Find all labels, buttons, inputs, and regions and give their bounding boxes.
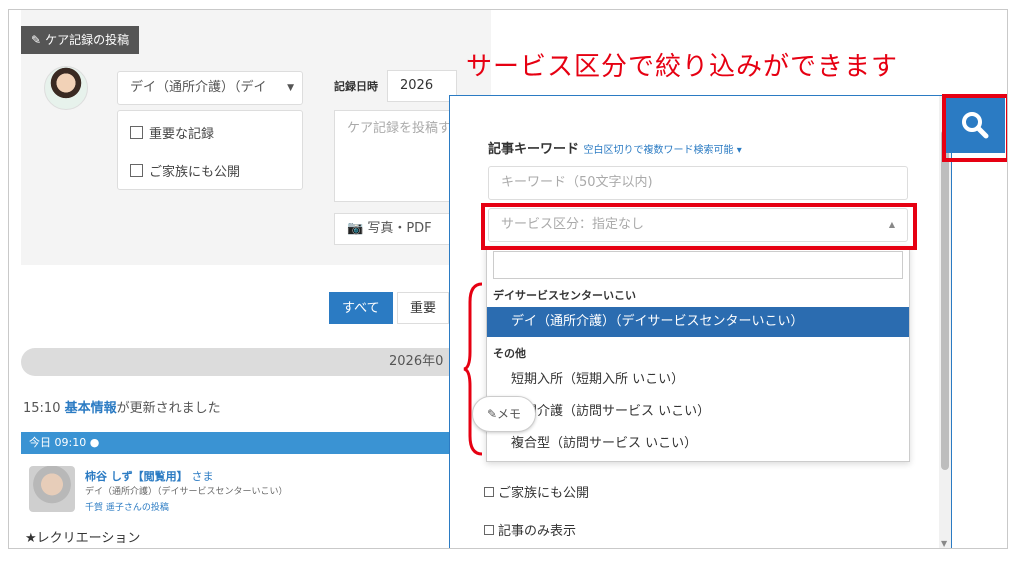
filter-important-button[interactable]: 重要	[397, 292, 450, 324]
brace-annotation	[463, 282, 483, 456]
scroll-down-icon[interactable]: ▼	[941, 539, 947, 548]
resident-name: 柿谷 しず【閲覧用】	[85, 470, 188, 483]
dropdown-option[interactable]: 訪問介護（訪問サービス いこい）	[487, 397, 909, 427]
honorific: さま	[191, 470, 214, 483]
app-frame: ✎ ケア記録の投稿 デイ（通所介護）（デイ ▼ 重要な記録 ご家族にも公開 記録…	[8, 9, 1008, 549]
photo-pdf-button[interactable]: 📷 写真・PDF	[334, 213, 454, 245]
service-select-value: デイ（通所介護）（デイ	[130, 80, 267, 95]
post-author[interactable]: 千賀 遥子さんの投稿	[85, 500, 169, 513]
search-panel: ▼ 記事キーワード 空白区切りで複数ワード検索可能 ▾ キーワード（50文字以内…	[449, 95, 952, 548]
checkbox-icon	[484, 486, 494, 497]
memo-label: メモ	[497, 407, 522, 421]
family-filter-checkbox[interactable]: ご家族にも公開	[484, 482, 589, 501]
record-datetime-label: 記録日時	[334, 80, 378, 93]
post-options: 重要な記録 ご家族にも公開	[117, 110, 303, 190]
keyword-hint-text: 空白区切りで複数ワード検索可能	[583, 145, 734, 156]
user-avatar	[44, 66, 88, 110]
today-label: 今日 09:10	[29, 436, 87, 449]
filter-all-button[interactable]: すべて	[329, 292, 393, 324]
family-public-label: ご家族にも公開	[149, 165, 241, 180]
camera-icon: 📷	[347, 221, 364, 236]
dropdown-group-label: デイサービスセンターいこい	[493, 289, 636, 302]
dropdown-search-input[interactable]	[493, 251, 903, 279]
post-body: ★レクリエーション	[25, 531, 141, 546]
today-bar: 今日 09:10 ●	[21, 432, 491, 454]
basic-info-link[interactable]: 基本情報	[65, 401, 117, 416]
service-dropdown: デイサービスセンターいこい デイ（通所介護）（デイサービスセンターいこい） その…	[486, 246, 910, 462]
clock-icon: ●	[89, 436, 100, 449]
important-label: 重要な記録	[149, 127, 215, 142]
post-resident-name[interactable]: 柿谷 しず【閲覧用】 さま	[85, 468, 213, 484]
annotation-callout: サービス区分で絞り込みができます	[466, 52, 899, 82]
family-filter-label: ご家族にも公開	[498, 486, 590, 501]
update-notice: 15:10 基本情報が更新されました	[23, 397, 221, 416]
photo-pdf-label: 写真・PDF	[367, 221, 432, 236]
date-header: 2026年0	[21, 348, 491, 376]
service-select[interactable]: デイ（通所介護）（デイ ▼	[117, 71, 303, 105]
keyword-input[interactable]: キーワード（50文字以内)	[488, 166, 908, 200]
pencil-icon: ✎	[486, 407, 498, 421]
keyword-hint[interactable]: 空白区切りで複数ワード検索可能 ▾	[584, 145, 742, 156]
dropdown-option[interactable]: 短期入所（短期入所 いこい）	[487, 365, 909, 395]
post-avatar	[29, 466, 75, 512]
articles-only-label: 記事のみ表示	[498, 524, 577, 539]
dropdown-option[interactable]: 複合型（訪問サービス いこい）	[487, 429, 909, 459]
keyword-label: 記事キーワード 空白区切りで複数ワード検索可能 ▾	[488, 138, 742, 157]
record-year-input[interactable]: 2026	[387, 70, 457, 102]
scrollbar[interactable]: ▼	[939, 96, 951, 548]
dropdown-option[interactable]: デイ（通所介護）（デイサービスセンターいこい）	[487, 307, 909, 337]
post-tab[interactable]: ✎ ケア記録の投稿	[21, 26, 140, 54]
dropdown-group-label: その他	[493, 347, 526, 360]
family-public-checkbox[interactable]: ご家族にも公開	[130, 161, 240, 180]
edit-icon: ✎	[31, 33, 42, 47]
chevron-down-icon: ▾	[736, 145, 742, 156]
scroll-thumb[interactable]	[941, 130, 949, 470]
articles-only-checkbox[interactable]: 記事のみ表示	[484, 520, 576, 539]
post-service: デイ（通所介護）（デイサービスセンターいこい）	[85, 487, 288, 497]
checkbox-icon	[130, 164, 143, 177]
keyword-label-text: 記事キーワード	[488, 142, 580, 157]
service-highlight-box	[481, 203, 917, 250]
important-checkbox[interactable]: 重要な記録	[130, 123, 214, 142]
update-time: 15:10	[23, 401, 61, 416]
search-highlight-box	[942, 94, 1007, 162]
post-tab-label: ケア記録の投稿	[45, 33, 130, 47]
update-text: が更新されました	[116, 401, 221, 416]
checkbox-icon	[484, 524, 494, 535]
checkbox-icon	[130, 126, 143, 139]
chevron-down-icon: ▼	[287, 83, 294, 93]
